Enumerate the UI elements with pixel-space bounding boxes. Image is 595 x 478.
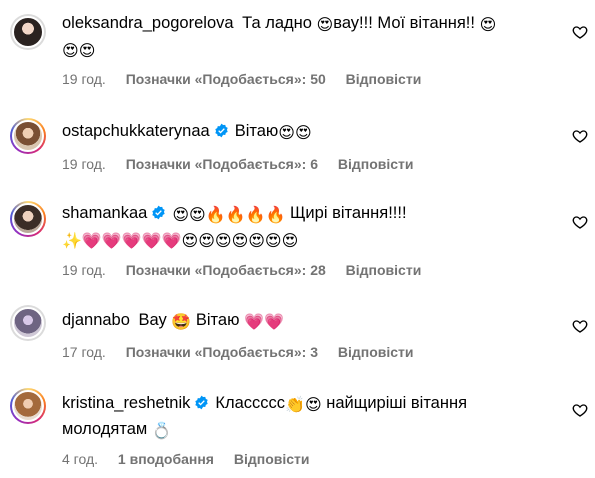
emoji: 😍 <box>294 123 312 142</box>
username[interactable]: djannabo <box>62 311 130 329</box>
comment-meta: 19 год. Позначки «Подобається»: 28 Відпо… <box>62 262 437 278</box>
timestamp[interactable]: 19 год. <box>62 262 106 278</box>
reply-button[interactable]: Відповісти <box>346 262 422 278</box>
username[interactable]: shamankaa <box>62 204 147 222</box>
comment-text: shamankaa 😍😍🔥🔥🔥🔥 Щирі вітання!!!! ✨💗💗💗💗💗😍😍… <box>62 200 542 252</box>
comment-body: Та ладно <box>242 14 317 32</box>
emoji: ✨💗💗💗💗💗😍😍😍😍😍😍😍 <box>62 231 299 250</box>
avatar[interactable] <box>10 388 46 424</box>
comment: oleksandra_pogorelova Та ладно 😍вау!!! М… <box>0 0 595 96</box>
timestamp[interactable]: 4 год. <box>62 451 98 467</box>
emoji: 😍 <box>78 41 96 60</box>
avatar-image <box>12 16 44 48</box>
likes-count[interactable]: Позначки «Подобається»: 3 <box>126 344 318 360</box>
verified-badge-icon <box>152 205 165 220</box>
comment-meta: 4 год. 1 вподобання Відповісти <box>62 451 326 467</box>
heart-outline-icon[interactable] <box>572 402 588 418</box>
emoji: 😍 <box>479 15 497 34</box>
emoji: 👏😍 <box>285 395 322 414</box>
comment: ostapchukkaterynaa Вітаю😍😍 19 год. Познач… <box>0 110 595 190</box>
emoji: 😍😍🔥🔥🔥🔥 <box>172 205 286 224</box>
reply-button[interactable]: Відповісти <box>234 451 310 467</box>
likes-count[interactable]: Позначки «Подобається»: 50 <box>126 71 326 87</box>
comment-meta: 19 год. Позначки «Подобається»: 6 Відпов… <box>62 156 430 172</box>
comment: kristina_reshetnik Классссс👏😍 найщиріші в… <box>0 380 595 478</box>
timestamp[interactable]: 19 год. <box>62 71 106 87</box>
verified-badge-icon <box>215 123 228 138</box>
likes-count[interactable]: Позначки «Подобається»: 6 <box>126 156 318 172</box>
heart-outline-icon[interactable] <box>572 214 588 230</box>
username[interactable]: kristina_reshetnik <box>62 394 190 412</box>
username[interactable]: oleksandra_pogorelova <box>62 14 234 32</box>
reply-button[interactable]: Відповісти <box>346 71 422 87</box>
avatar-image <box>12 390 44 422</box>
avatar-image <box>12 120 44 152</box>
emoji: 🤩 <box>171 312 192 331</box>
comment-body: Вау <box>138 311 172 329</box>
heart-outline-icon[interactable] <box>572 318 588 334</box>
avatar-image <box>12 203 44 235</box>
comment-text: djannabo Вау 🤩 Вітаю 💗💗 <box>62 307 542 333</box>
emoji: 💍 <box>151 421 172 440</box>
comment-text: ostapchukkaterynaa Вітаю😍😍 <box>62 118 542 144</box>
avatar[interactable] <box>10 201 46 237</box>
comment: djannabo Вау 🤩 Вітаю 💗💗 17 год. Позначки… <box>0 298 595 368</box>
emoji: 😍 <box>316 15 334 34</box>
timestamp[interactable]: 19 год. <box>62 156 106 172</box>
likes-count[interactable]: 1 вподобання <box>118 451 214 467</box>
emoji: 😍 <box>62 41 79 60</box>
avatar-image <box>12 307 44 339</box>
reply-button[interactable]: Відповісти <box>338 156 414 172</box>
comment-text: kristina_reshetnik Классссс👏😍 найщиріші в… <box>62 390 542 442</box>
comment-body: Классссс <box>215 394 286 412</box>
avatar[interactable] <box>10 305 46 341</box>
verified-badge-icon <box>195 395 209 410</box>
emoji: 😍 <box>278 123 295 142</box>
reply-button[interactable]: Відповісти <box>338 344 414 360</box>
comment-meta: 17 год. Позначки «Подобається»: 3 Відпов… <box>62 344 430 360</box>
heart-outline-icon[interactable] <box>572 24 588 40</box>
avatar[interactable] <box>10 118 46 154</box>
avatar[interactable] <box>10 14 46 50</box>
likes-count[interactable]: Позначки «Подобається»: 28 <box>126 262 326 278</box>
comment-meta: 19 год. Позначки «Подобається»: 50 Відпо… <box>62 71 437 87</box>
comment-body: вау!!! Мої вітання!! <box>333 14 480 32</box>
username[interactable]: ostapchukkaterynaa <box>62 122 210 140</box>
comment: shamankaa 😍😍🔥🔥🔥🔥 Щирі вітання!!!! ✨💗💗💗💗💗😍😍… <box>0 194 595 284</box>
timestamp[interactable]: 17 год. <box>62 344 106 360</box>
heart-outline-icon[interactable] <box>572 128 588 144</box>
comment-body: Вітаю <box>191 311 245 329</box>
comment-body: Вітаю <box>234 122 279 140</box>
comment-body: Щирі вітання!!!! <box>289 204 407 222</box>
comment-text: oleksandra_pogorelova Та ладно 😍вау!!! М… <box>62 10 542 62</box>
emoji: 💗💗 <box>244 312 284 331</box>
